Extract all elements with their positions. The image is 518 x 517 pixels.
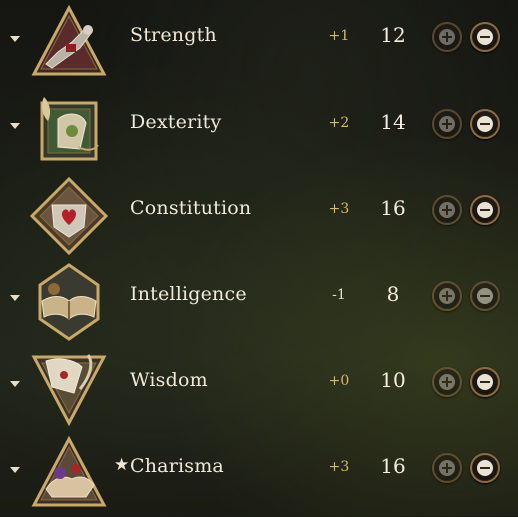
favored-star-icon: ★ [114, 455, 130, 475]
decrease-button[interactable] [470, 22, 500, 52]
ability-score: 12 [380, 23, 406, 47]
ability-modifier: +3 [328, 459, 350, 475]
ability-row-wisdom: Wisdom +0 10 [0, 345, 518, 431]
plus-icon [439, 29, 455, 45]
feathered-scroll-icon [40, 97, 99, 161]
chevron-down-icon[interactable] [10, 467, 20, 473]
plus-icon [439, 460, 455, 476]
ability-modifier: +0 [328, 373, 350, 389]
ability-score: 16 [380, 196, 406, 220]
arm-gauntlet-icon [31, 4, 107, 76]
minus-icon [477, 202, 493, 218]
plus-icon [439, 288, 455, 304]
increase-button[interactable] [432, 109, 462, 139]
increase-button[interactable] [432, 367, 462, 397]
plus-icon [439, 116, 455, 132]
ability-score: 14 [380, 110, 406, 134]
increase-button[interactable] [432, 453, 462, 483]
minus-icon [477, 288, 493, 304]
open-book-icon [38, 263, 100, 341]
ability-row-constitution: Constitution +3 16 [0, 173, 518, 259]
decrease-button[interactable] [470, 109, 500, 139]
plus-icon [439, 202, 455, 218]
ability-row-charisma: ★ Charisma +3 16 [0, 431, 518, 517]
ability-modifier: +3 [328, 201, 350, 217]
decrease-button[interactable] [470, 453, 500, 483]
ability-row-dexterity: Dexterity +2 14 [0, 87, 518, 173]
increase-button[interactable] [432, 281, 462, 311]
minus-icon [477, 374, 493, 390]
ability-label: Intelligence [130, 283, 247, 305]
increase-button[interactable] [432, 22, 462, 52]
chevron-down-icon[interactable] [10, 381, 20, 387]
increase-button[interactable] [432, 195, 462, 225]
decrease-button[interactable] [470, 281, 500, 311]
chevron-down-icon[interactable] [10, 123, 20, 129]
ability-label: Dexterity [130, 111, 222, 133]
plus-icon [439, 374, 455, 390]
ability-score: 10 [380, 368, 406, 392]
ability-label: Charisma [130, 455, 224, 477]
ability-modifier: -1 [332, 287, 346, 303]
heart-shield-icon [29, 176, 109, 256]
minus-icon [477, 460, 493, 476]
minus-icon [477, 29, 493, 45]
chevron-down-icon[interactable] [10, 36, 20, 42]
chevron-down-icon[interactable] [10, 295, 20, 301]
ability-row-strength: Strength +1 12 [0, 0, 518, 86]
ability-score: 16 [380, 454, 406, 478]
ability-label: Wisdom [130, 369, 208, 391]
handshake-icon [31, 435, 107, 507]
decrease-button[interactable] [470, 367, 500, 397]
minus-icon [477, 116, 493, 132]
ability-score: 8 [386, 282, 400, 306]
ability-label: Strength [130, 24, 217, 46]
decrease-button[interactable] [470, 195, 500, 225]
quill-parchment-icon [31, 354, 107, 427]
ability-modifier: +1 [328, 28, 350, 44]
ability-row-intelligence: Intelligence -1 8 [0, 259, 518, 345]
ability-modifier: +2 [328, 115, 350, 131]
ability-label: Constitution [130, 197, 252, 219]
